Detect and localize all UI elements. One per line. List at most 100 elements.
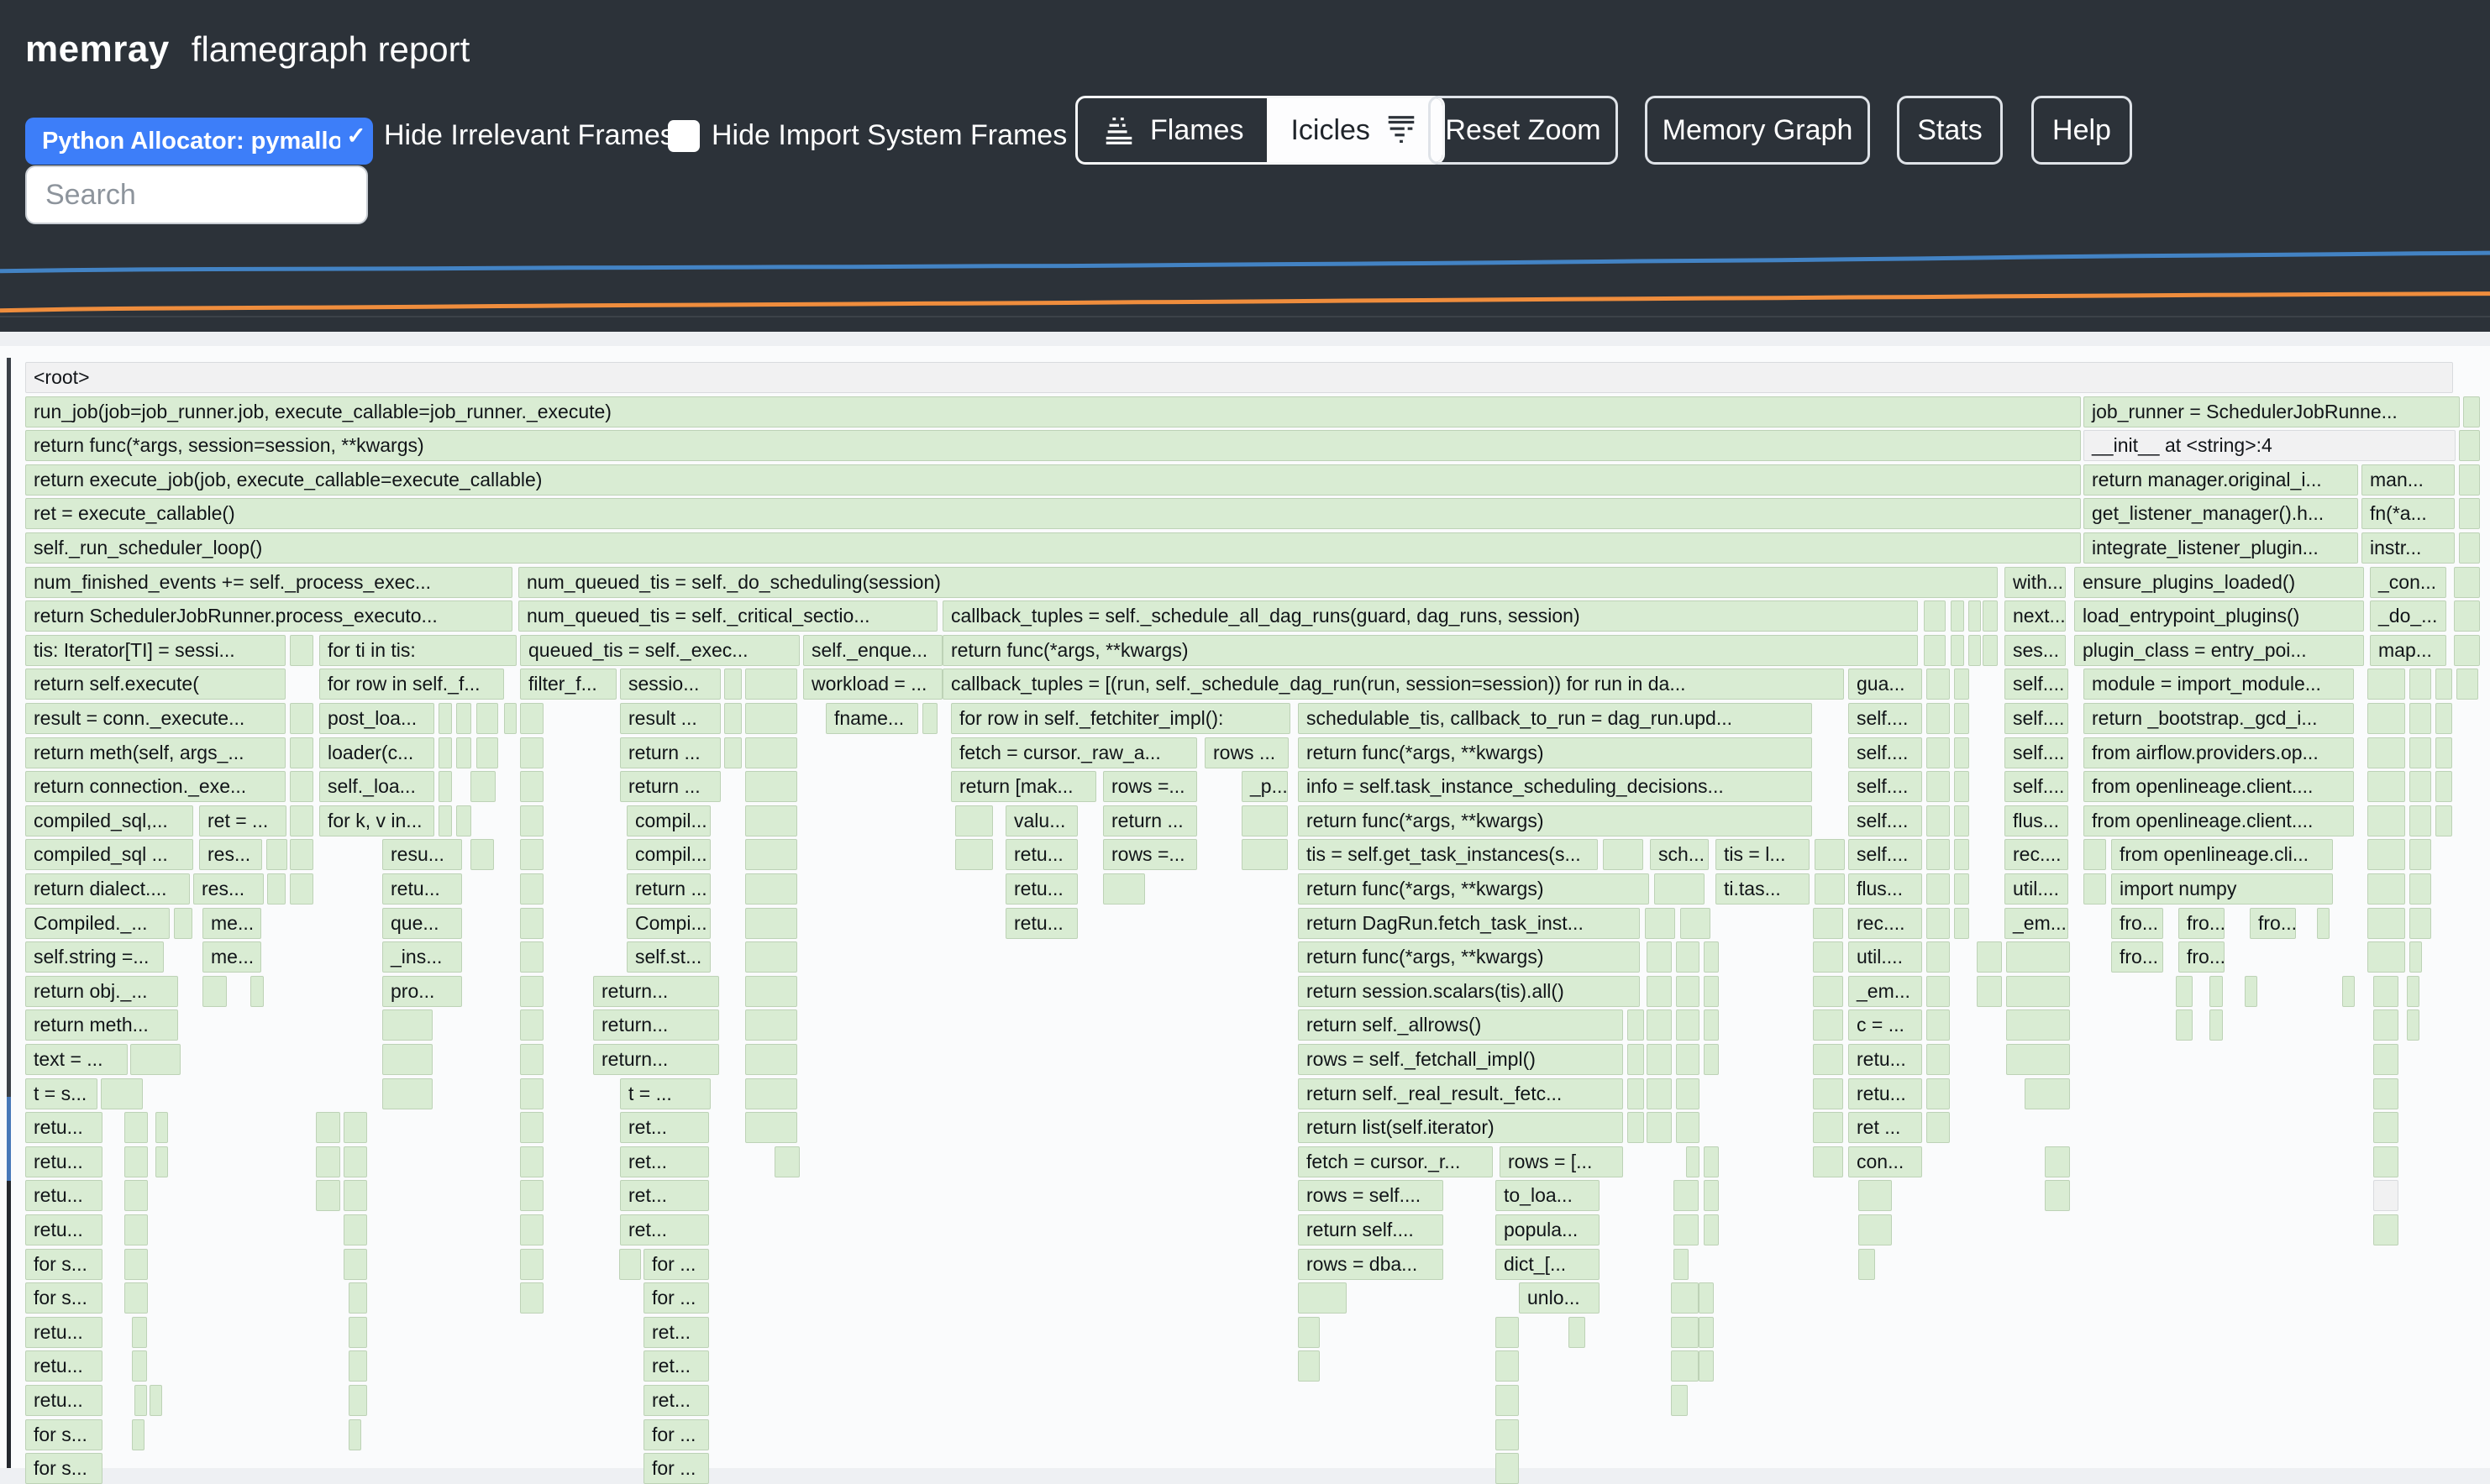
flame-cell-small[interactable] (2407, 976, 2419, 1007)
flame-cell[interactable]: retu... (25, 1317, 102, 1348)
flame-cell[interactable]: _ins... (382, 941, 462, 973)
flame-cell-small[interactable] (1926, 1112, 1950, 1143)
flame-cell[interactable]: t = s... (25, 1078, 97, 1109)
flame-cell-small[interactable] (1647, 1009, 1672, 1041)
flame-cell-small[interactable] (2456, 669, 2478, 700)
flame-cell-small[interactable] (2083, 839, 2106, 870)
flame-cell-small[interactable] (290, 703, 313, 734)
flame-cell-small[interactable] (382, 1009, 433, 1041)
flame-cell-small[interactable] (1954, 908, 1969, 939)
flame-cell-small[interactable] (1954, 839, 1969, 870)
flame-cell[interactable]: schedulable_tis, callback_to_run = dag_r… (1298, 703, 1812, 734)
flame-cell-small[interactable] (2459, 430, 2480, 461)
flame-cell-small[interactable] (344, 1112, 367, 1143)
flame-cell-small[interactable] (1926, 908, 1950, 939)
flame-cell[interactable]: for ... (644, 1453, 709, 1484)
flame-cell[interactable]: Compi... (627, 908, 711, 939)
flame-cell[interactable]: for s... (25, 1249, 102, 1280)
flame-cell[interactable]: c = ... (1848, 1009, 1922, 1041)
flame-cell-small[interactable] (1676, 941, 1699, 973)
flame-cell-small[interactable] (2373, 1146, 2398, 1177)
flame-cell-small[interactable] (1968, 635, 1981, 666)
flame-cell-small[interactable] (2454, 635, 2480, 666)
flame-cell-small[interactable] (1954, 873, 1969, 905)
flame-cell-small[interactable] (520, 839, 544, 870)
flame-cell[interactable]: callback_tuples = self._schedule_all_dag… (943, 600, 1918, 632)
flame-cell-small[interactable] (520, 1214, 544, 1245)
flame-cell-small[interactable] (1813, 1146, 1843, 1177)
flame-cell-small[interactable] (1647, 1044, 1672, 1075)
flame-cell-small[interactable] (2409, 737, 2431, 768)
flame-cell-small[interactable] (476, 703, 498, 734)
flame-cell-small[interactable] (1673, 1214, 1699, 1245)
flame-cell-small[interactable] (1954, 771, 1969, 802)
flame-cell-small[interactable] (290, 635, 313, 666)
flame-cell[interactable]: num_finished_events += self._process_exe… (25, 567, 512, 598)
flame-cell[interactable]: retu... (382, 873, 462, 905)
flame-cell[interactable]: return dialect.... (25, 873, 190, 905)
flame-cell-small[interactable] (520, 1112, 544, 1143)
flame-cell-small[interactable] (2409, 908, 2431, 939)
flame-cell[interactable]: dict_[... (1495, 1249, 1600, 1280)
flame-cell-small[interactable] (2454, 600, 2480, 632)
flame-cell-small[interactable] (1627, 1112, 1644, 1143)
flame-cell[interactable]: ses... (2004, 635, 2066, 666)
flame-cell-small[interactable] (520, 873, 544, 905)
flame-cell-small[interactable] (2367, 703, 2405, 734)
flame-cell-small[interactable] (2176, 1009, 2193, 1041)
flame-cell-small[interactable] (290, 805, 313, 836)
flame-cell[interactable]: flus... (2004, 805, 2068, 836)
flame-cell-small[interactable] (1926, 1078, 1950, 1109)
flame-cell-small[interactable] (1704, 1044, 1719, 1075)
flame-cell[interactable]: return func(*args, session=session, **kw… (25, 430, 2081, 461)
flame-cell[interactable]: popula... (1495, 1214, 1600, 1245)
flame-cell[interactable]: run_job(job=job_runner.job, execute_call… (25, 396, 2081, 427)
flame-cell[interactable]: for s... (25, 1419, 102, 1450)
flame-cell-small[interactable] (2435, 771, 2452, 802)
flame-cell-small[interactable] (1813, 1044, 1843, 1075)
flame-cell-small[interactable] (202, 976, 227, 1007)
flame-cell[interactable]: num_queued_tis = self._critical_sectio..… (518, 600, 938, 632)
flame-cell-small[interactable] (2409, 839, 2431, 870)
flame-cell-small[interactable] (124, 1214, 148, 1245)
flame-cell[interactable]: for k, v in... (319, 805, 434, 836)
flame-cell[interactable]: return func(*args, **kwargs) (1298, 805, 1812, 836)
flame-cell-small[interactable] (520, 1249, 544, 1280)
flame-cell-small[interactable] (2025, 1078, 2070, 1109)
flame-cell-small[interactable] (1983, 600, 1998, 632)
flame-cell[interactable]: return manager.original_i... (2083, 464, 2358, 496)
flame-cell[interactable]: loader(c... (319, 737, 434, 768)
flame-cell[interactable]: valu... (1006, 805, 1078, 836)
flame-cell-small[interactable] (1495, 1385, 1519, 1416)
flame-cell-small[interactable] (2367, 805, 2405, 836)
flame-cell-small[interactable] (1495, 1419, 1519, 1450)
flame-cell[interactable]: return self.... (1298, 1214, 1443, 1245)
flame-cell[interactable]: retu... (1848, 1044, 1922, 1075)
flame-cell[interactable]: fro... (2111, 941, 2163, 973)
flame-cell-small[interactable] (344, 1249, 367, 1280)
flame-cell-small[interactable] (1676, 976, 1699, 1007)
flame-cell-small[interactable] (155, 1146, 168, 1177)
flame-cell[interactable]: gua... (1848, 669, 1922, 700)
flame-cell-small[interactable] (1654, 873, 1705, 905)
flame-cell-small[interactable] (1647, 1112, 1672, 1143)
flame-cell-small[interactable] (316, 1180, 340, 1211)
flame-cell[interactable]: return session.scalars(tis).all() (1298, 976, 1640, 1007)
flame-cell-small[interactable] (2409, 873, 2431, 905)
flame-cell[interactable]: self._enque... (803, 635, 943, 666)
flame-cell-small[interactable] (1858, 1180, 1892, 1211)
flame-cell[interactable]: return func(*args, **kwargs) (1298, 737, 1812, 768)
flame-cell-small[interactable] (1673, 1249, 1689, 1280)
flame-cell-small[interactable] (132, 1350, 147, 1382)
flame-cell-small[interactable] (2006, 1009, 2070, 1041)
flame-cell-small[interactable] (1686, 1146, 1699, 1177)
flame-cell-small[interactable] (1954, 805, 1969, 836)
flame-cell-small[interactable] (349, 1282, 367, 1314)
flame-cell[interactable]: retu... (25, 1350, 102, 1382)
flame-cell-small[interactable] (124, 1180, 148, 1211)
flame-cell-small[interactable] (1704, 1009, 1719, 1041)
flame-cell-small[interactable] (1298, 1282, 1347, 1314)
flame-cell-small[interactable] (266, 839, 287, 870)
flame-cell-small[interactable] (1926, 669, 1950, 700)
flame-cell-small[interactable] (520, 1078, 544, 1109)
